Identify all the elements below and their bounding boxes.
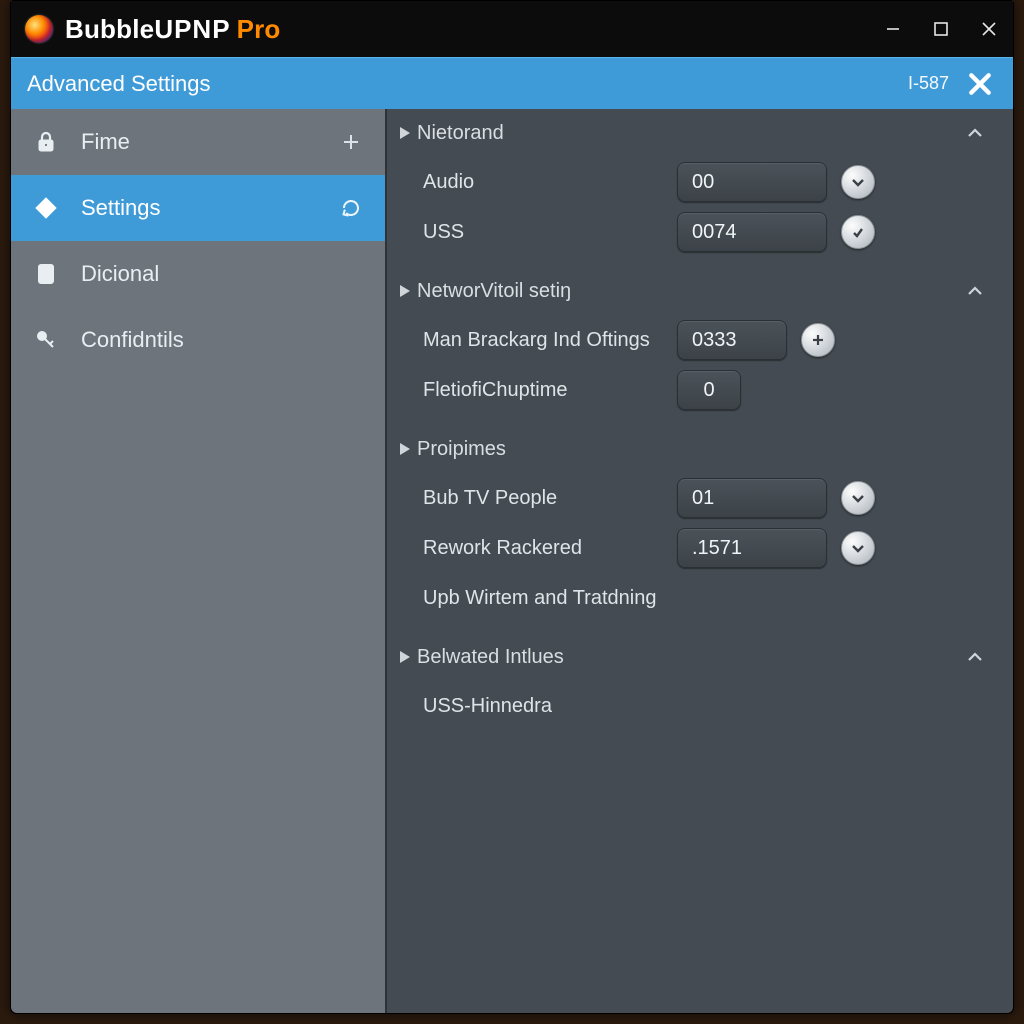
- group-title: Nietorand: [417, 122, 504, 145]
- caret-right-icon: [397, 443, 413, 455]
- chevron-up-icon: [961, 277, 989, 305]
- uss-stepper[interactable]: [841, 215, 875, 249]
- group-header-belwated[interactable]: Belwated Intlues: [387, 633, 1013, 681]
- brand-part-1: Bubble: [65, 14, 154, 45]
- field-value: 00: [692, 171, 714, 194]
- page-title: Advanced Settings: [27, 71, 210, 97]
- sidebar-item-dicional[interactable]: Dicional: [11, 241, 385, 307]
- field-value: 0333: [692, 329, 737, 352]
- rework-stepper[interactable]: [841, 531, 875, 565]
- sidebar-item-settings[interactable]: Settings: [11, 175, 385, 241]
- chevron-up-icon: [961, 643, 989, 671]
- body: Fime Settings Dicional: [11, 109, 1013, 1013]
- sidebar-item-fime[interactable]: Fime: [11, 109, 385, 175]
- group-title: NetworVitoil setiŋ: [417, 280, 571, 303]
- setting-row-uss-hinnedra[interactable]: USS-Hinnedra: [387, 681, 1013, 731]
- setting-row-audio: Audio 00: [387, 157, 1013, 207]
- app-window: Bubble UPNP Pro Advanced Settings I-587: [10, 0, 1014, 1014]
- close-panel-button[interactable]: [963, 67, 997, 101]
- group-header-proipimes[interactable]: Proipimes: [387, 425, 1013, 473]
- main-panel: Nietorand Audio 00 USS 0074 NetworVitoil…: [387, 109, 1013, 1013]
- app-logo-icon: [25, 15, 53, 43]
- group-header-network[interactable]: NetworVitoil setiŋ: [387, 267, 1013, 315]
- caret-right-icon: [397, 127, 413, 139]
- setting-label: Upb Wirtem and Tratdning: [423, 587, 989, 610]
- setting-label: Rework Rackered: [423, 537, 677, 560]
- sidebar-item-label: Fime: [81, 129, 130, 155]
- bub-tv-field[interactable]: 01: [677, 478, 827, 518]
- field-value: .1571: [692, 537, 742, 560]
- setting-label: Audio: [423, 171, 677, 194]
- uss-field[interactable]: 0074: [677, 212, 827, 252]
- setting-row-rework: Rework Rackered .1571: [387, 523, 1013, 573]
- setting-label: FletiofiChuptime: [423, 379, 677, 402]
- audio-field[interactable]: 00: [677, 162, 827, 202]
- titlebar: Bubble UPNP Pro: [11, 1, 1013, 57]
- refresh-icon[interactable]: [339, 196, 363, 220]
- setting-label: USS-Hinnedra: [423, 695, 989, 718]
- sidebar: Fime Settings Dicional: [11, 109, 387, 1013]
- field-value: 0: [703, 379, 714, 402]
- brand-pro: Pro: [237, 14, 281, 45]
- setting-row-writem[interactable]: Upb Wirtem and Tratdning: [387, 573, 1013, 623]
- header-code: I-587: [908, 73, 949, 94]
- caret-right-icon: [397, 285, 413, 297]
- brackarg-add-button[interactable]: [801, 323, 835, 357]
- sidebar-item-label: Settings: [81, 195, 161, 221]
- setting-row-bub-tv: Bub TV People 01: [387, 473, 1013, 523]
- sidebar-item-confidntils[interactable]: Confidntils: [11, 307, 385, 373]
- brand-part-2: UPNP: [154, 14, 230, 45]
- page-header: Advanced Settings I-587: [11, 57, 1013, 109]
- sidebar-item-label: Dicional: [81, 261, 159, 287]
- brackarg-field[interactable]: 0333: [677, 320, 787, 360]
- window-controls: [883, 19, 999, 39]
- setting-row-uss: USS 0074: [387, 207, 1013, 257]
- group-title: Proipimes: [417, 438, 506, 461]
- bub-tv-stepper[interactable]: [841, 481, 875, 515]
- rework-field[interactable]: .1571: [677, 528, 827, 568]
- minimize-button[interactable]: [883, 19, 903, 39]
- lock-icon: [33, 129, 59, 155]
- group-title: Belwated Intlues: [417, 646, 564, 669]
- setting-label: USS: [423, 221, 677, 244]
- key-icon: [33, 327, 59, 353]
- app-title: Bubble UPNP Pro: [65, 14, 281, 45]
- setting-row-chuptime: FletiofiChuptime 0: [387, 365, 1013, 415]
- chevron-up-icon: [961, 119, 989, 147]
- plus-icon[interactable]: [339, 130, 363, 154]
- sidebar-item-label: Confidntils: [81, 327, 184, 353]
- setting-row-brackarg: Man Brackarg Ind Oftings 0333: [387, 315, 1013, 365]
- caret-right-icon: [397, 651, 413, 663]
- tablet-icon: [33, 261, 59, 287]
- setting-label: Bub TV People: [423, 487, 677, 510]
- field-value: 01: [692, 487, 714, 510]
- maximize-button[interactable]: [931, 19, 951, 39]
- audio-stepper[interactable]: [841, 165, 875, 199]
- group-header-nietorand[interactable]: Nietorand: [387, 109, 1013, 157]
- field-value: 0074: [692, 221, 737, 244]
- chuptime-field[interactable]: 0: [677, 370, 741, 410]
- close-window-button[interactable]: [979, 19, 999, 39]
- diamond-icon: [33, 195, 59, 221]
- setting-label: Man Brackarg Ind Oftings: [423, 329, 677, 352]
